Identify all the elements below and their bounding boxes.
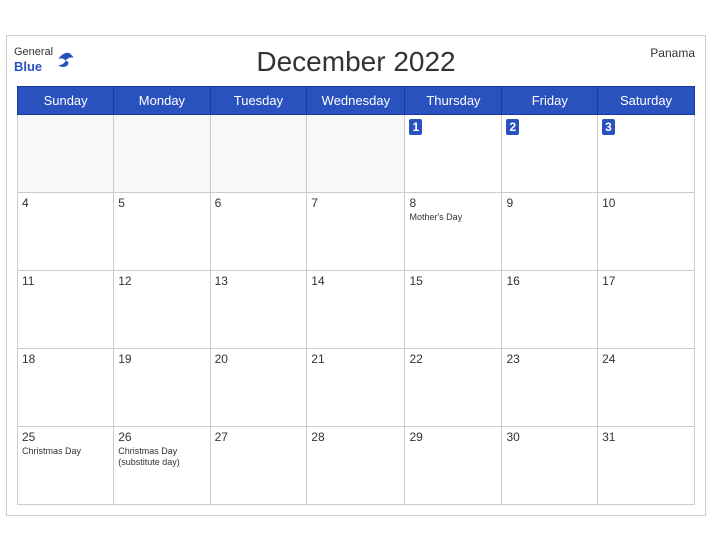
header-thursday: Thursday: [405, 86, 502, 114]
day-number: 15: [409, 274, 497, 288]
calendar-cell: 25 Christmas Day: [18, 426, 114, 504]
calendar-header: General Blue December 2022 Panama: [17, 46, 695, 78]
calendar-cell: 8 Mother's Day: [405, 192, 502, 270]
event-label: Christmas Day: [22, 446, 109, 458]
day-number: 12: [118, 274, 205, 288]
calendar-cell: 2: [502, 114, 598, 192]
logo-blue-text: Blue: [14, 59, 53, 75]
day-number: 18: [22, 352, 109, 366]
header-wednesday: Wednesday: [307, 86, 405, 114]
day-number: 11: [22, 274, 109, 288]
calendar-cell: 22: [405, 348, 502, 426]
calendar-cell: 3: [598, 114, 695, 192]
calendar-cell: 20: [210, 348, 307, 426]
calendar-cell: [210, 114, 307, 192]
calendar-cell: 12: [114, 270, 210, 348]
calendar-cell: 11: [18, 270, 114, 348]
country-label: Panama: [650, 46, 695, 60]
calendar-cell: 10: [598, 192, 695, 270]
calendar-wrapper: General Blue December 2022 Panama Sunday…: [6, 35, 706, 516]
day-number: 13: [215, 274, 303, 288]
day-number: 8: [409, 196, 497, 210]
day-number: 6: [215, 196, 303, 210]
day-number: 5: [118, 196, 205, 210]
day-number: 31: [602, 430, 690, 444]
calendar-cell: 29: [405, 426, 502, 504]
calendar-cell: [18, 114, 114, 192]
logo-bird-icon: [56, 51, 80, 69]
days-header-row: Sunday Monday Tuesday Wednesday Thursday…: [18, 86, 695, 114]
calendar-cell: 27: [210, 426, 307, 504]
calendar-cell: 1: [405, 114, 502, 192]
calendar-cell: 24: [598, 348, 695, 426]
header-friday: Friday: [502, 86, 598, 114]
day-number: 23: [506, 352, 593, 366]
calendar-cell: 4: [18, 192, 114, 270]
calendar-cell: 19: [114, 348, 210, 426]
day-number: 9: [506, 196, 593, 210]
day-number: 22: [409, 352, 497, 366]
logo-general-text: General: [14, 46, 53, 59]
header-sunday: Sunday: [18, 86, 114, 114]
calendar-cell: 6: [210, 192, 307, 270]
week-row-5: 25 Christmas Day 26 Christmas Day (substitu…: [18, 426, 695, 504]
week-row-4: 18 19 20 21 22 23 24: [18, 348, 695, 426]
calendar-cell: 7: [307, 192, 405, 270]
calendar-table: Sunday Monday Tuesday Wednesday Thursday…: [17, 86, 695, 505]
event-label: Mother's Day: [409, 212, 497, 224]
calendar-cell: 15: [405, 270, 502, 348]
calendar-cell: 13: [210, 270, 307, 348]
day-number: 24: [602, 352, 690, 366]
calendar-cell: 14: [307, 270, 405, 348]
day-number: 25: [22, 430, 109, 444]
day-number: 10: [602, 196, 690, 210]
calendar-cell: 21: [307, 348, 405, 426]
day-number: 2: [506, 119, 519, 135]
calendar-cell: [307, 114, 405, 192]
calendar-cell: 5: [114, 192, 210, 270]
week-row-1: 1 2 3: [18, 114, 695, 192]
calendar-cell: 17: [598, 270, 695, 348]
calendar-cell: 30: [502, 426, 598, 504]
day-number: 16: [506, 274, 593, 288]
day-number: 26: [118, 430, 205, 444]
day-number: 20: [215, 352, 303, 366]
day-number: 4: [22, 196, 109, 210]
week-row-2: 45678 Mother's Day 9 10: [18, 192, 695, 270]
header-monday: Monday: [114, 86, 210, 114]
calendar-title: December 2022: [256, 46, 455, 78]
calendar-body: 12345678Mother's Day91011121314151617181…: [18, 114, 695, 504]
day-number: 30: [506, 430, 593, 444]
event-label: Christmas Day (substitute day): [118, 446, 205, 469]
calendar-cell: 23: [502, 348, 598, 426]
header-tuesday: Tuesday: [210, 86, 307, 114]
calendar-cell: 18: [18, 348, 114, 426]
calendar-cell: 9: [502, 192, 598, 270]
day-number: 17: [602, 274, 690, 288]
calendar-cell: 31: [598, 426, 695, 504]
day-number: 19: [118, 352, 205, 366]
day-number: 21: [311, 352, 400, 366]
day-number: 1: [409, 119, 422, 135]
day-number: 3: [602, 119, 615, 135]
header-saturday: Saturday: [598, 86, 695, 114]
logo: General Blue: [17, 46, 77, 75]
day-number: 29: [409, 430, 497, 444]
day-number: 28: [311, 430, 400, 444]
calendar-cell: [114, 114, 210, 192]
week-row-3: 11 12 13 14 15 16 17: [18, 270, 695, 348]
calendar-cell: 28: [307, 426, 405, 504]
calendar-cell: 26 Christmas Day (substitute day): [114, 426, 210, 504]
day-number: 7: [311, 196, 400, 210]
day-number: 27: [215, 430, 303, 444]
day-number: 14: [311, 274, 400, 288]
calendar-cell: 16: [502, 270, 598, 348]
